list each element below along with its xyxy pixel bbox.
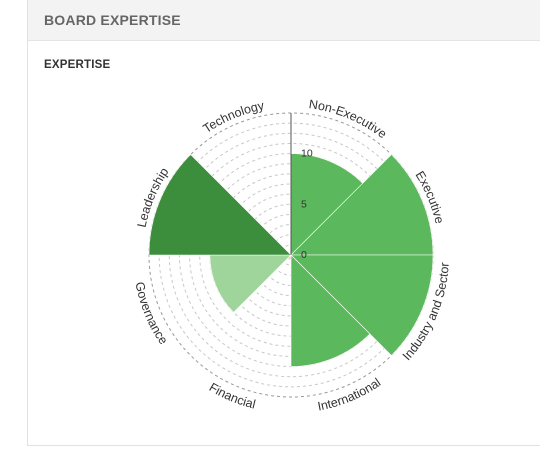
radial-tick-label: 10	[301, 148, 313, 160]
category-label: Financial	[207, 380, 257, 411]
radial-tick-label: 0	[301, 249, 307, 261]
sector-leadership	[148, 154, 292, 256]
expertise-polar-chart: 0510Non-ExecutiveExecutiveIndustry and S…	[132, 97, 451, 413]
category-label: Governance	[132, 281, 170, 347]
radial-tick-label: 5	[301, 198, 307, 210]
category-label: Non-Executive	[308, 97, 389, 141]
category-label: Technology	[201, 98, 266, 135]
category-label: International	[316, 375, 383, 413]
